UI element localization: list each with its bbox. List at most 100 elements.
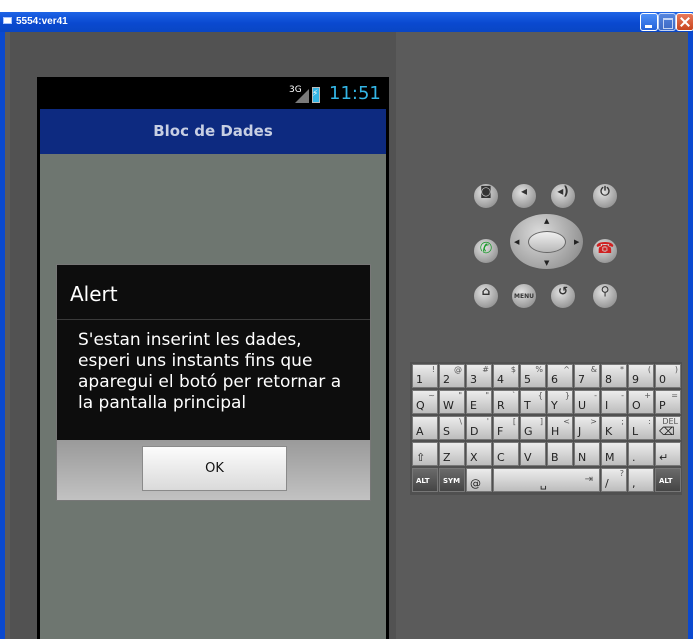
key-v[interactable]: V [520,442,546,466]
key-m[interactable]: M [601,442,627,466]
window-frame-left [0,32,5,639]
key-k[interactable]: K; [601,416,627,440]
key-7[interactable]: 7 & [574,364,600,388]
key-w[interactable]: W " [439,390,465,414]
dialog-message-line: aparegui el botó per retornar a [78,372,342,392]
dialog-title: Alert [70,282,118,306]
key-f[interactable]: F[ [493,416,519,440]
key-0[interactable]: 0) [655,364,681,388]
key-comma[interactable]: , [628,468,654,492]
power-button[interactable]: ⏻ [592,183,618,209]
key-n[interactable]: N [574,442,600,466]
dpad-center-button[interactable] [528,231,566,253]
shift-icon: ⇧ [416,451,426,464]
key-b[interactable]: B [547,442,573,466]
camera-button[interactable]: ◙ [473,183,499,209]
dialog-message: S'estan inserint les dades, esperi uns i… [57,320,370,440]
app-title-bar: Bloc de Dades [40,109,386,154]
key-at[interactable]: @ [466,468,492,492]
menu-button[interactable]: MENU [511,283,537,309]
home-icon: ⌂ [481,284,491,298]
key-q[interactable]: Q ~ [412,390,438,414]
dpad-up-icon[interactable]: ▲ [544,217,549,225]
key-enter[interactable]: ↵ [655,442,681,466]
device-screen: 3G 11:51 Bloc de Dades Alert S'estan ins… [37,77,389,639]
tab-icon: ⇥ [584,474,593,485]
call-button[interactable]: ✆ [473,238,499,264]
key-6[interactable]: 6 ^ [547,364,573,388]
key-2[interactable]: 2 @ [439,364,465,388]
back-button[interactable]: ↺ [550,283,576,309]
volume-up-button[interactable]: ◂) [550,183,576,209]
status-clock: 11:51 [329,83,381,104]
back-icon: ↺ [557,284,569,298]
key-alt-left[interactable]: ALT [412,468,438,492]
minimize-button[interactable] [640,13,658,31]
key-3[interactable]: 3 # [466,364,492,388]
backspace-icon: ⌫ [659,425,675,438]
key-g[interactable]: G] [520,416,546,440]
key-t[interactable]: T{ [520,390,546,414]
key-p[interactable]: P = [655,390,681,414]
key-y[interactable]: Y} [547,390,573,414]
device-frame: 3G 11:51 Bloc de Dades Alert S'estan ins… [10,32,396,639]
search-icon: ⚲ [600,284,610,298]
key-sym[interactable]: SYM [439,468,465,492]
key-l[interactable]: L: [628,416,654,440]
search-button[interactable]: ⚲ [592,283,618,309]
enter-icon: ↵ [659,451,669,464]
key-c[interactable]: C [493,442,519,466]
key-8[interactable]: 8 * [601,364,627,388]
end-call-button[interactable]: ☎ [592,238,618,264]
menu-label: MENU [514,293,534,300]
key-u[interactable]: U- [574,390,600,414]
power-icon: ⏻ [600,184,610,198]
dpad[interactable]: ▲ ▼ ◀ ▶ [509,213,584,270]
close-window-button[interactable] [676,13,693,31]
alert-dialog: Alert S'estan inserint les dades, esperi… [56,264,371,501]
dialog-message-line: la pantalla principal [78,393,247,413]
ok-button[interactable]: OK [142,446,287,491]
key-space[interactable]: ␣ ⇥ [493,468,600,492]
battery-icon [312,87,320,103]
key-slash[interactable]: /? [601,468,627,492]
maximize-button[interactable] [658,13,676,31]
key-alt-right[interactable]: ALT [655,468,681,492]
key-e[interactable]: E " [466,390,492,414]
window-frame-right [688,32,693,639]
key-i[interactable]: I- [601,390,627,414]
dialog-message-line: S'estan inserint les dades, [78,330,302,350]
key-x[interactable]: X [466,442,492,466]
key-shift[interactable]: ⇧ [412,442,438,466]
key-a[interactable]: A [412,416,438,440]
key-s[interactable]: S \ [439,416,465,440]
key-d[interactable]: D ' [466,416,492,440]
call-icon: ✆ [479,239,493,257]
key-5[interactable]: 5% [520,364,546,388]
dpad-down-icon[interactable]: ▼ [544,259,549,267]
key-h[interactable]: H < [547,416,573,440]
dialog-footer: OK [57,440,370,500]
key-period[interactable]: . [628,442,654,466]
key-del[interactable]: ⌫ DEL [655,416,681,440]
app-title: Bloc de Dades [153,122,273,140]
home-button[interactable]: ⌂ [473,283,499,309]
key-r[interactable]: R ` [493,390,519,414]
key-o[interactable]: O + [628,390,654,414]
end-call-icon: ☎ [595,239,615,257]
hardware-keyboard: 1! 2 @ 3 # 4 $ 5% 6 ^ 7 & 8 * 9( 0) Q ~ W " E " R… [410,362,682,495]
key-1[interactable]: 1! [412,364,438,388]
dpad-right-icon[interactable]: ▶ [574,238,579,246]
camera-icon: ◙ [480,184,492,198]
signal-icon [295,89,309,103]
window-title: 5554:ver41 [16,16,68,27]
key-j[interactable]: J > [574,416,600,440]
dpad-left-icon[interactable]: ◀ [514,238,519,246]
key-z[interactable]: Z [439,442,465,466]
status-bar: 3G 11:51 [37,77,389,109]
volume-up-icon: ◂) [557,184,569,198]
volume-down-button[interactable]: ◂ [511,183,537,209]
key-9[interactable]: 9( [628,364,654,388]
window-titlebar: 5554:ver41 [0,12,693,32]
key-4[interactable]: 4 $ [493,364,519,388]
